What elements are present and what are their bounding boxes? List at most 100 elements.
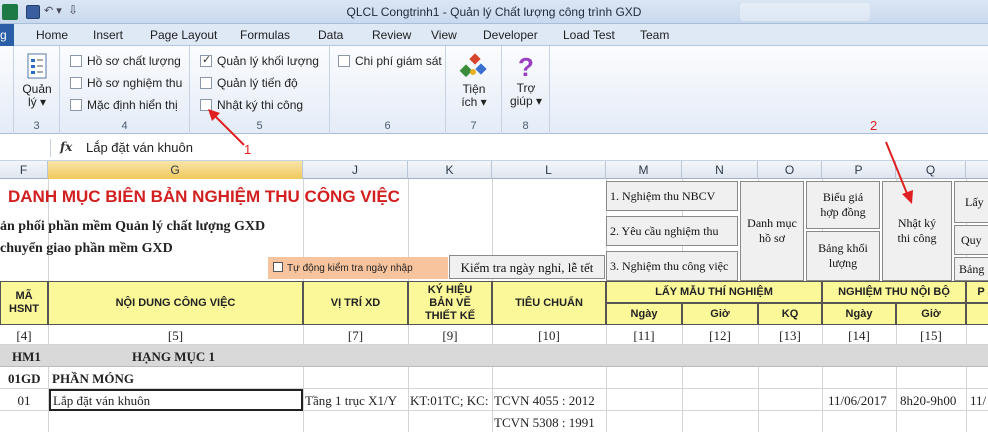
checkbox-box [338,55,350,67]
quy-button[interactable]: Quy [954,225,988,255]
col-header-l[interactable]: L [492,161,606,179]
quan-ly-tien-do-label: Quản lý tiến độ [217,76,298,90]
tab-file-label: g [0,28,7,42]
name-box[interactable] [0,137,50,157]
quan-ly-label-2: lý ▾ [27,95,47,109]
tien-ich-label-2: ích ▾ [461,95,487,109]
checkbox-box [200,77,212,89]
col-header-f[interactable]: F [0,161,48,179]
row-ngay: 11/06/2017 [828,393,887,408]
tab-load-test[interactable]: Load Test [563,28,615,42]
checkbox-box [70,77,82,89]
header-nghiem-thu-noi-bo: NGHIỆM THU NỘI BỘ [822,281,966,303]
check-holidays-button[interactable]: Kiểm tra ngày nghỉ, lễ tết [449,255,605,279]
col-header-m[interactable]: M [606,161,682,179]
tab-file[interactable]: g [0,24,14,46]
ribbon-group-edge [0,46,14,134]
quan-ly-tien-do-checkbox[interactable]: Quản lý tiến độ [200,76,298,90]
tab-developer[interactable]: Developer [483,28,538,42]
annotation-number-2: 2 [870,118,878,133]
header-gio-1: Giờ [682,303,758,325]
ribbon-group-6: Chi phí giám sát 6 [330,46,446,134]
checkbox-box [273,262,283,272]
tro-giup-button[interactable]: ? Trợ giúp ▾ [506,52,546,108]
column-header-bar: F G J K L M N O P Q [0,161,988,179]
row-gio: 8h20-9h00 [900,393,957,408]
idx-7: [7] [347,328,364,343]
bieu-gia-hop-dong-button[interactable]: Biểu giá hợp đồng [806,181,880,229]
ribbon-group-4: Hồ sơ chất lượng Hồ sơ nghiệm thu Mặc đị… [60,46,190,134]
lay-button[interactable]: Lấy [954,181,988,223]
bang-khoi-luong-button[interactable]: Bảng khối lượng [806,231,880,281]
group-7-number: 7 [470,120,477,132]
mac-dinh-hien-thi-label: Mặc định hiển thị [87,98,178,112]
row-content-cell-selected[interactable]: Lắp đặt ván khuôn [49,389,303,411]
tab-formulas[interactable]: Formulas [240,28,290,42]
hm-name: HẠNG MỤC 1 [132,349,216,364]
formula-bar: fx Lắp đặt ván khuôn [0,135,988,161]
col-header-k[interactable]: K [408,161,492,179]
nghiem-thu-cong-viec-button[interactable]: 3. Nghiệm thu công việc [606,251,738,281]
nghiem-thu-nbcv-button[interactable]: 1. Nghiệm thu NBCV [606,181,738,211]
fx-icon[interactable]: fx [60,140,72,154]
tro-giup-label-2: giúp ▾ [509,94,543,108]
annotation-number-1: 1 [244,142,252,157]
col-header-g[interactable]: G [48,161,303,179]
mac-dinh-hien-thi-checkbox[interactable]: Mặc định hiển thị [70,98,178,112]
ribbon-group-3: Quản lý ▾ 3 [14,46,60,134]
table-row-phan-mong[interactable]: 01GD PHẦN MÓNG [0,367,988,389]
index-row: [4] [5] [7] [9] [10] [11] [12] [13] [14]… [0,325,988,345]
header-p-sub [966,303,988,325]
row-kyhieu: KT:01TC; KC: [410,393,489,408]
tab-review[interactable]: Review [372,28,411,42]
yeu-cau-nghiem-thu-button[interactable]: 2. Yêu cầu nghiệm thu [606,216,738,246]
header-ky-hieu: KÝ HIỆU BẢN VẼ THIẾT KẾ [408,281,492,325]
quan-ly-khoi-luong-label: Quản lý khối lượng [217,54,319,68]
quan-ly-button[interactable]: Quản lý ▾ [18,52,56,109]
row-tieuchuan-2: TCVN 5308 : 1991 [494,415,595,430]
col-header-o[interactable]: O [758,161,822,179]
ho-so-nghiem-thu-label: Hồ sơ nghiệm thu [87,76,183,90]
header-tieu-chuan: TIÊU CHUẨN [492,281,606,325]
blurred-taskbar-item [740,3,870,21]
tien-ich-button[interactable]: Tiện ích ▾ [452,52,496,109]
bang-button[interactable]: Bảng [954,257,988,281]
danh-muc-ho-so-button[interactable]: Danh mục hồ sơ [740,181,804,281]
checkbox-box [70,99,82,111]
checkbox-box [70,55,82,67]
auto-check-date-checkbox[interactable]: Tự động kiểm tra ngày nhập [268,257,448,279]
header-p: P [966,281,988,303]
table-row-hang-muc[interactable]: HM1 HẠNG MỤC 1 [0,345,988,367]
tab-view[interactable]: View [431,28,457,42]
gd-code: 01GD [8,371,41,386]
header-vi-tri: VỊ TRÍ XD [303,281,408,325]
chi-phi-giam-sat-checkbox[interactable]: Chi phí giám sát [338,54,442,68]
group-3-number: 3 [33,120,40,132]
table-row[interactable]: 01 Lắp đặt ván khuôn Tầng 1 trục X1/Y KT… [0,389,988,411]
idx-5: [5] [167,328,184,343]
col-header-j[interactable]: J [303,161,408,179]
row-code: 01 [17,393,31,408]
gd-name: PHẦN MÓNG [52,371,134,386]
ho-so-nghiem-thu-checkbox[interactable]: Hồ sơ nghiệm thu [70,76,182,90]
row-last: 11/ [970,393,987,408]
ribbon: Quản lý ▾ 3 Hồ sơ chất lượng Hồ sơ nghiệ… [0,46,988,134]
col-header-n[interactable]: N [682,161,758,179]
tab-home[interactable]: Home [36,28,68,42]
auto-check-date-label: Tự động kiểm tra ngày nhập [287,263,413,274]
ho-so-chat-luong-checkbox[interactable]: Hồ sơ chất lượng [70,54,181,68]
formula-input[interactable]: Lắp đặt ván khuôn [86,140,193,155]
tab-team[interactable]: Team [640,28,669,42]
header-gio-2: Giờ [896,303,966,325]
checkbox-box-checked [200,53,212,67]
row-vitri: Tầng 1 trục X1/Y [305,393,398,408]
worksheet[interactable]: DANH MỤC BIÊN BẢN NGHIỆM THU CÔNG VIỆC ả… [0,179,988,432]
tab-page-layout[interactable]: Page Layout [150,28,217,42]
tab-data[interactable]: Data [318,28,343,42]
idx-10: [10] [538,328,560,343]
group-8-number: 8 [522,120,529,132]
tab-insert[interactable]: Insert [93,28,123,42]
divider [50,139,51,157]
quan-ly-khoi-luong-checkbox[interactable]: Quản lý khối lượng [200,53,319,68]
header-lay-mau: LẤY MẪU THÍ NGHIỆM [606,281,822,303]
